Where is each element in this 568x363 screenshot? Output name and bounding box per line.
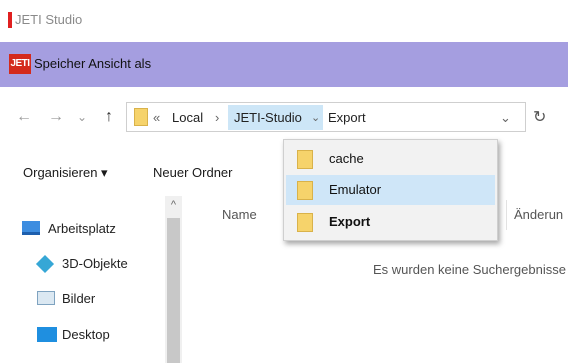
sidebar-item-label: Bilder [62,291,96,306]
sidebar-item-label: Arbeitsplatz [48,221,116,236]
crumb-dropdown-arrow[interactable]: ⌄ [311,111,320,124]
dropdown-item-label: Emulator [329,182,382,197]
sidebar-item-label: 3D-Objekte [62,256,128,271]
dropdown-item-emulator[interactable]: Emulator [286,175,495,205]
dialog-titlebar: JETI Speicher Ansicht als [0,42,568,87]
refresh-button[interactable]: ↻ [533,107,546,127]
folder-icon [297,213,313,232]
app-logo-icon [8,12,12,28]
recent-locations-button[interactable]: ⌄ [75,107,89,127]
crumb-separator[interactable]: › [215,110,219,125]
folder-icon [134,108,148,126]
dropdown-item-label: Export [329,214,371,229]
scroll-up-icon[interactable]: ^ [165,199,182,211]
dropdown-item-export[interactable]: Export [286,207,495,237]
jeti-logo-icon: JETI [9,54,31,74]
navigation-pane: Arbeitsplatz 3D-Objekte Bilder Desktop [0,196,165,363]
pictures-icon [37,291,55,305]
dropdown-item-cache[interactable]: cache [286,144,495,174]
back-button[interactable]: ← [14,107,34,127]
up-button[interactable]: ↑ [100,107,118,127]
crumb-jeti-studio[interactable]: JETI-Studio [234,110,302,125]
column-header-changed[interactable]: Änderun [514,207,563,222]
crumb-local[interactable]: Local [172,110,203,125]
sidebar-item-bilder[interactable]: Bilder [0,286,160,314]
window-titlebar: JETI Studio [0,0,568,42]
column-header-name[interactable]: Name [222,207,257,222]
breadcrumb-dropdown: cache Emulator Export [283,139,498,241]
address-bar[interactable]: « Local › JETI-Studio ⌄ Export ⌄ [126,102,526,132]
sidebar-item-arbeitsplatz[interactable]: Arbeitsplatz [0,216,160,244]
cube-icon [35,254,55,274]
sidebar-item-3d-objekte[interactable]: 3D-Objekte [0,251,160,279]
window-title: JETI Studio [15,12,83,27]
column-divider[interactable] [506,200,507,230]
overflow-crumbs[interactable]: « [153,110,160,125]
sidebar-item-label: Desktop [62,327,110,342]
sidebar-item-desktop[interactable]: Desktop [0,322,160,350]
empty-results-message: Es wurden keine Suchergebnisse [373,262,566,277]
scroll-thumb[interactable] [167,218,180,363]
crumb-export[interactable]: Export [328,110,366,125]
forward-button[interactable]: → [46,107,66,127]
navigation-bar: ← → ⌄ ↑ « Local › JETI-Studio ⌄ Export ⌄ [0,97,568,137]
new-folder-button[interactable]: Neuer Ordner [153,165,232,180]
organize-button[interactable]: Organisieren ▾ [23,165,108,181]
folder-icon [297,150,313,169]
computer-icon [22,221,40,235]
address-history-button[interactable]: ⌄ [500,110,511,126]
dropdown-item-label: cache [329,151,364,166]
folder-icon [297,181,313,200]
dialog-title: Speicher Ansicht als [34,56,152,71]
desktop-icon [37,327,57,342]
